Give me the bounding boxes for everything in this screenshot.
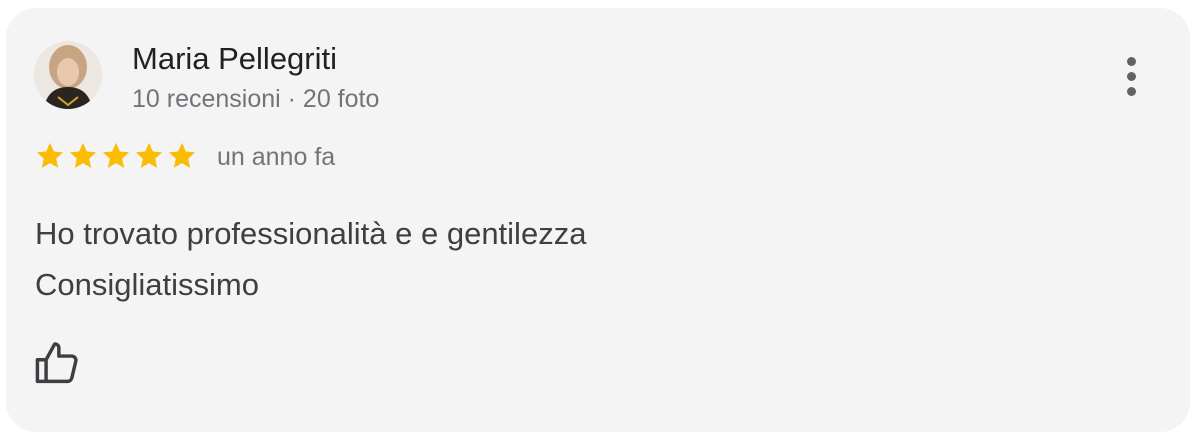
author-name[interactable]: Maria Pellegriti: [132, 41, 337, 77]
like-button[interactable]: [32, 337, 84, 389]
review-text-line: Ho trovato professionalità e e gentilezz…: [35, 216, 587, 251]
star-icon: [36, 142, 64, 168]
review-card: Maria Pellegriti 10 recensioni · 20 foto…: [6, 8, 1190, 432]
thumb-up-icon: [35, 342, 78, 384]
avatar[interactable]: [34, 41, 102, 109]
star-icon: [135, 142, 163, 168]
avatar-photo: [34, 41, 102, 109]
review-text-line: Consigliatissimo: [35, 267, 259, 302]
more-options-button[interactable]: [1110, 52, 1152, 100]
author-stats[interactable]: 10 recensioni · 20 foto: [132, 85, 379, 114]
review-text: Ho trovato professionalità e e gentilezz…: [35, 208, 586, 310]
more-vert-icon: [1126, 56, 1136, 96]
star-icon: [69, 142, 97, 168]
star-icon: [168, 142, 196, 168]
star-rating: [34, 140, 198, 172]
review-date: un anno fa: [217, 143, 336, 171]
star-icon: [102, 142, 130, 168]
